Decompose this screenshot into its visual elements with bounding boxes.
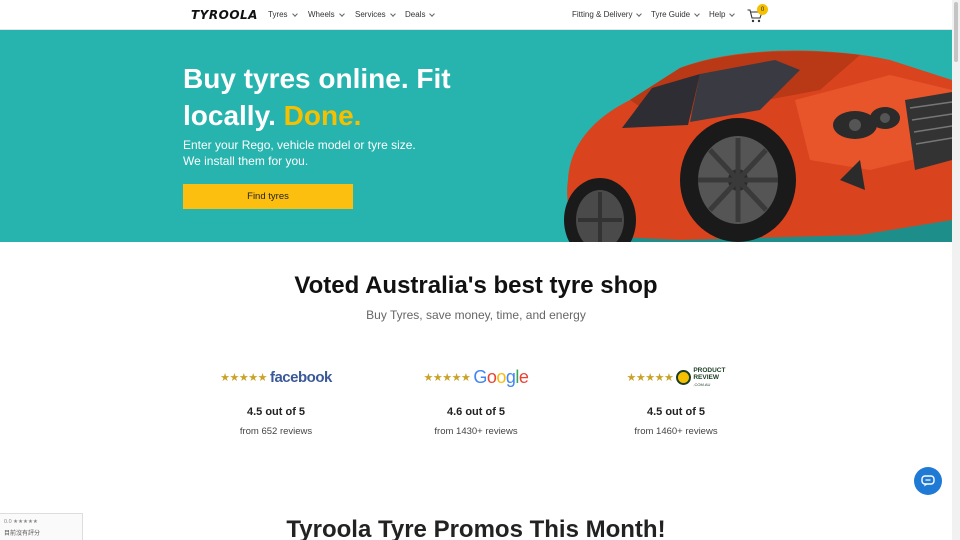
chat-icon bbox=[921, 475, 935, 487]
vertical-scrollbar[interactable] bbox=[952, 0, 960, 540]
review-score: 4.5 out of 5 bbox=[246, 406, 306, 418]
product-review-icon bbox=[676, 369, 692, 385]
hero-title-line2: locally. bbox=[183, 100, 276, 131]
google-logo: Google bbox=[473, 366, 529, 388]
nav-item-label: Deals bbox=[405, 10, 426, 19]
page: TYROOLA Tyres Wheels Services Deals Fitt… bbox=[0, 0, 960, 540]
review-count: from 1460+ reviews bbox=[634, 426, 718, 437]
tyroola-logo[interactable]: TYROOLA bbox=[191, 8, 258, 22]
nav-item-label: Tyre Guide bbox=[651, 10, 691, 19]
nav-item-label: Tyres bbox=[268, 10, 288, 19]
review-score: 4.5 out of 5 bbox=[646, 406, 706, 418]
nav-item-tyre-guide[interactable]: Tyre Guide bbox=[651, 10, 700, 19]
hero-title-line1: Buy tyres online. Fit bbox=[183, 63, 451, 94]
voted-title: Voted Australia's best tyre shop bbox=[294, 272, 658, 299]
chevron-down-icon bbox=[729, 10, 736, 17]
rating-stars: ★★★★★ bbox=[626, 371, 674, 384]
nav-item-help[interactable]: Help bbox=[709, 10, 736, 19]
promos-title: Tyroola Tyre Promos This Month! bbox=[286, 516, 666, 540]
productreview-logo-domain: .COM.AU bbox=[693, 381, 711, 387]
chevron-down-icon bbox=[338, 10, 345, 17]
nav-item-services[interactable]: Services bbox=[355, 10, 396, 19]
chevron-down-icon bbox=[636, 10, 643, 17]
review-score: 4.6 out of 5 bbox=[446, 406, 506, 418]
nav-item-fitting-delivery[interactable]: Fitting & Delivery bbox=[572, 10, 643, 19]
top-nav: TYROOLA Tyres Wheels Services Deals Fitt… bbox=[0, 0, 952, 30]
hero-subtitle-line2: We install them for you. bbox=[183, 153, 309, 168]
hero-car-image bbox=[564, 50, 952, 242]
review-count: from 1430+ reviews bbox=[434, 426, 518, 437]
rating-stars: ★★★★★ bbox=[423, 371, 471, 384]
chevron-down-icon bbox=[291, 10, 298, 17]
nav-item-tyres[interactable]: Tyres bbox=[268, 10, 298, 19]
nav-item-label: Wheels bbox=[308, 10, 335, 19]
scrollbar-thumb[interactable] bbox=[954, 2, 958, 62]
voted-subtitle: Buy Tyres, save money, time, and energy bbox=[366, 308, 586, 322]
productreview-logo: PRODUCT REVIEW .COM.AU bbox=[676, 367, 725, 388]
nav-item-label: Help bbox=[709, 10, 726, 19]
chat-button[interactable] bbox=[914, 467, 942, 495]
chevron-down-icon bbox=[389, 10, 396, 17]
hero-subtitle-line1: Enter your Rego, vehicle model or tyre s… bbox=[183, 138, 416, 152]
facebook-logo-row: ★★★★★ facebook bbox=[196, 364, 356, 390]
nav-item-deals[interactable]: Deals bbox=[405, 10, 436, 19]
review-google[interactable]: ★★★★★ Google 4.6 out of 5 from 1430+ rev… bbox=[396, 364, 556, 438]
hero-subtitle: Enter your Rego, vehicle model or tyre s… bbox=[183, 138, 443, 169]
find-tyres-button[interactable]: Find tyres bbox=[183, 184, 353, 209]
review-productreview[interactable]: ★★★★★ PRODUCT REVIEW .COM.AU 4.5 out of 5… bbox=[596, 364, 756, 438]
hero-title-highlight: Done. bbox=[283, 100, 362, 131]
hero-title: Buy tyres online. Fit locally. Done. bbox=[183, 60, 483, 134]
google-logo-text: Google bbox=[473, 366, 529, 387]
productreview-logo-row: ★★★★★ PRODUCT REVIEW .COM.AU bbox=[596, 364, 756, 390]
nav-item-wheels[interactable]: Wheels bbox=[308, 10, 345, 19]
nav-item-label: Fitting & Delivery bbox=[572, 10, 633, 19]
rating-stars: ★★★★★ bbox=[220, 371, 267, 384]
chevron-down-icon bbox=[694, 10, 700, 17]
chevron-down-icon bbox=[429, 10, 436, 17]
cart-count-badge: 0 bbox=[757, 4, 768, 15]
review-count: from 652 reviews bbox=[239, 426, 313, 437]
nav-item-label: Services bbox=[355, 10, 386, 19]
review-facebook[interactable]: ★★★★★ facebook 4.5 out of 5 from 652 rev… bbox=[196, 364, 356, 438]
google-logo-row: ★★★★★ Google bbox=[396, 364, 556, 390]
productreview-logo-text: PRODUCT REVIEW .COM.AU bbox=[693, 367, 725, 388]
productreview-logo-name: PRODUCT REVIEW bbox=[693, 366, 726, 381]
facebook-logo: facebook bbox=[269, 368, 332, 386]
